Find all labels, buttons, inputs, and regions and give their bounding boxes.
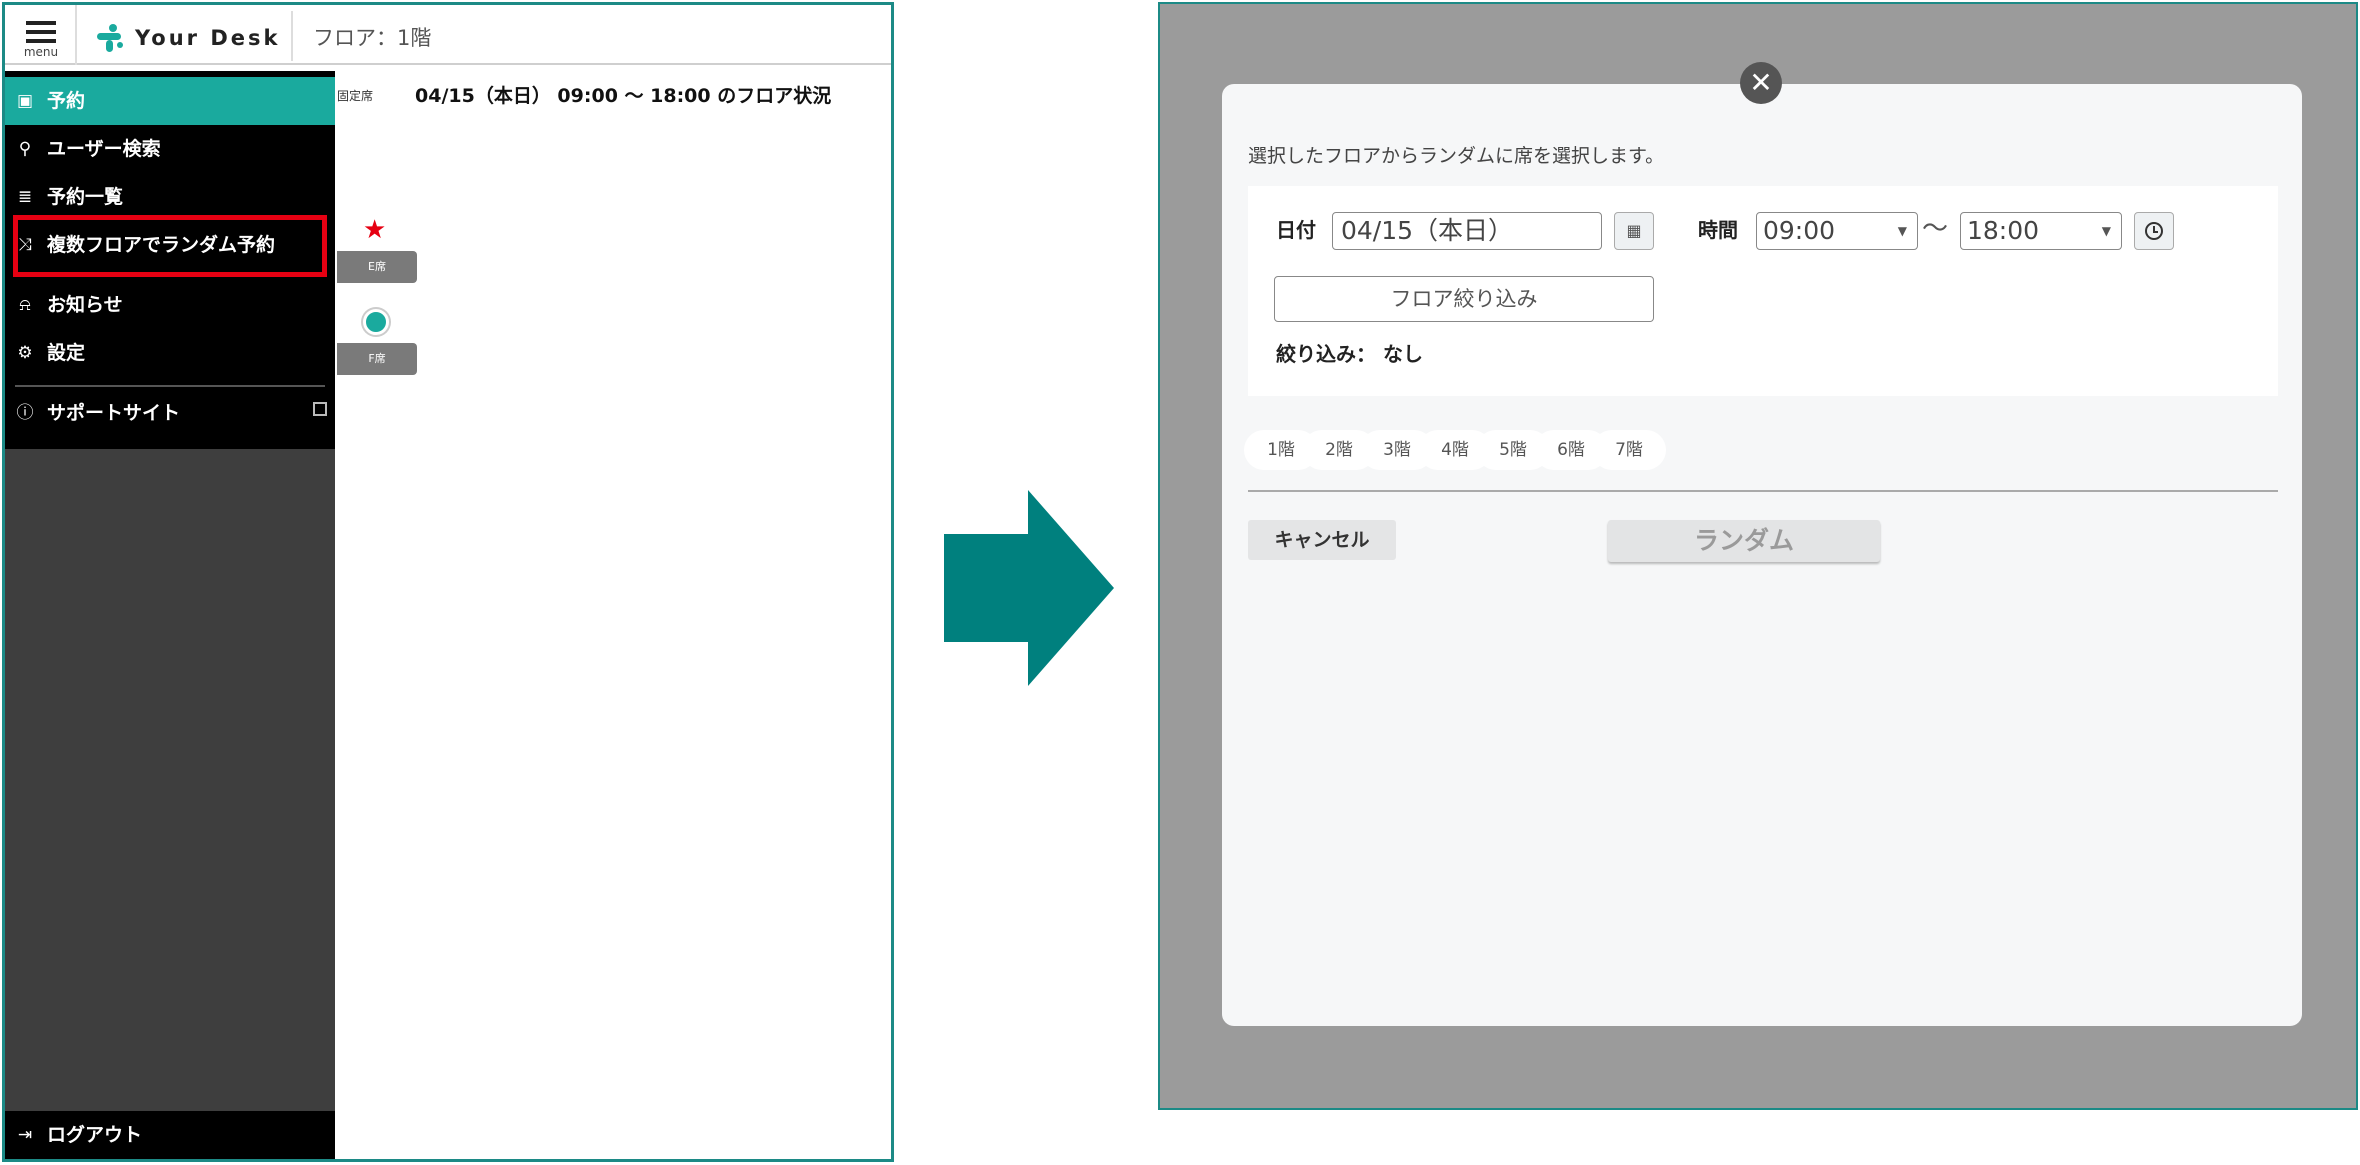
clock-button[interactable] [2134,212,2174,250]
menu-label: menu [23,45,59,59]
fixed-seat-note: 固定席 [337,89,374,103]
floor-filter-button[interactable]: フロア絞り込み [1274,276,1654,322]
right-arrow-icon [944,490,1114,686]
random-button[interactable]: ランダム [1608,520,1880,562]
logout-label: ログアウト [47,1124,143,1146]
menu-button[interactable]: menu [13,11,69,63]
filter-state: 絞り込み： なし [1276,342,1423,366]
highlight-box [13,215,327,277]
logo-text: Your Desk [135,26,281,50]
end-time-value: 18:00 [1967,216,2040,245]
chevron-down-icon: ▼ [1897,224,1907,238]
date-label: 日付 [1276,218,1316,242]
calendar-button[interactable]: ▦ [1614,212,1654,250]
calendar-icon: ▦ [1626,221,1642,240]
logout-icon: ⇥ [17,1125,33,1145]
list-icon: ≣ [17,187,33,207]
top-header: menu Your Desk フロア：1階 [5,5,891,65]
floor-chip-7[interactable]: 7階 [1592,430,1666,470]
sidebar-item-label: 設定 [47,342,86,364]
sidebar-item-label: 予約 [47,90,86,112]
time-label: 時間 [1698,218,1738,242]
header-divider [291,11,293,61]
sidebar-item-user-search[interactable]: ⚲ ユーザー検索 [5,125,335,173]
search-icon: ⚲ [18,139,32,159]
time-separator: ～ [1922,214,1949,244]
right-screenshot: 選択したフロアからランダムに席を選択します。 日付 04/15（本日） ▦ 時間… [1158,2,2358,1110]
floor-status-title: 04/15（本日） 09:00 ～ 18:00 のフロア状況 [415,85,832,107]
gear-icon: ⚙ [17,343,33,363]
dialog-divider [1248,490,2278,492]
sidebar-item-label: サポートサイト [47,402,181,424]
sidebar-item-label: 予約一覧 [47,186,124,208]
sidebar-item-label: ユーザー検索 [47,138,161,160]
close-icon[interactable]: ✕ [1740,62,1782,104]
calendar-icon: ▣ [16,91,34,111]
sidebar-divider [15,385,325,387]
sidebar-item-reserve[interactable]: ▣ 予約 [5,77,335,125]
sidebar-item-settings[interactable]: ⚙ 設定 [5,329,335,377]
chevron-down-icon: ▼ [2101,224,2111,238]
bell-icon: ⍾ [19,295,31,315]
dialog-description: 選択したフロアからランダムに席を選択します。 [1248,145,1665,167]
seat-status-circle-icon [363,309,389,335]
random-reserve-dialog: 選択したフロアからランダムに席を選択します。 日付 04/15（本日） ▦ 時間… [1222,84,2302,1026]
sidebar: ▣ 予約 ⚲ ユーザー検索 ≣ 予約一覧 ⤨ 複数フロアでランダム予約 ⍾ お知… [5,71,335,1159]
logout-button[interactable]: ⇥ ログアウト [5,1111,335,1159]
seat-e[interactable]: E席 [337,251,417,283]
star-icon: ★ [363,215,387,245]
sidebar-item-support[interactable]: ⓘ サポートサイト [5,389,335,437]
sidebar-item-reservation-list[interactable]: ≣ 予約一覧 [5,173,335,221]
start-time-select[interactable]: 09:00 ▼ [1756,212,1918,250]
date-input[interactable]: 04/15（本日） [1332,212,1602,250]
external-link-icon [313,402,327,416]
header-divider [75,5,77,65]
sidebar-item-news[interactable]: ⍾ お知らせ [5,281,335,329]
search-panel: 日付 04/15（本日） ▦ 時間 09:00 ▼ ～ 18:00 ▼ フロア絞… [1248,186,2278,396]
help-circle-icon: ⓘ [16,403,34,423]
start-time-value: 09:00 [1763,216,1836,245]
left-screenshot: menu Your Desk フロア：1階 ▣ 予約 ⚲ ユーザー検索 ≣ 予約… [2,2,894,1162]
seat-f[interactable]: F席 [337,343,417,375]
hamburger-icon [26,21,56,25]
cancel-button[interactable]: キャンセル [1248,520,1396,560]
sidebar-item-label: お知らせ [47,294,123,316]
logo-icon [97,24,123,52]
floor-title: フロア：1階 [313,26,432,50]
end-time-select[interactable]: 18:00 ▼ [1960,212,2122,250]
